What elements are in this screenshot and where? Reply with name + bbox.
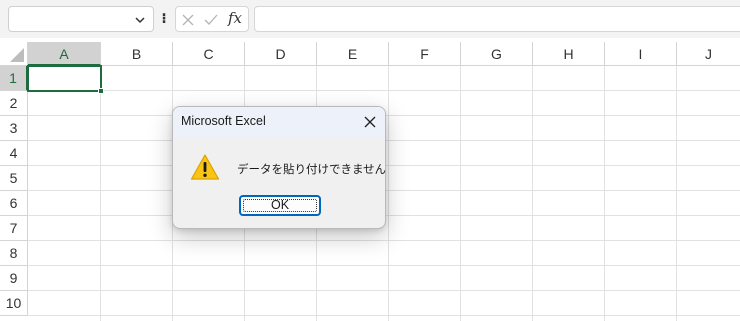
grid-line bbox=[100, 66, 101, 321]
row-header-8[interactable]: 8 bbox=[0, 241, 28, 266]
grid-line bbox=[28, 90, 740, 91]
column-header-d[interactable]: D bbox=[245, 42, 317, 66]
column-header-c[interactable]: C bbox=[173, 42, 245, 66]
column-header-e[interactable]: E bbox=[317, 42, 389, 66]
row-header-10[interactable]: 10 bbox=[0, 291, 28, 316]
enter-check-icon[interactable] bbox=[203, 12, 219, 28]
column-header-h[interactable]: H bbox=[533, 42, 605, 66]
row-header-2[interactable]: 2 bbox=[0, 91, 28, 116]
name-box[interactable] bbox=[8, 6, 154, 32]
row-header-4[interactable]: 4 bbox=[0, 141, 28, 166]
fill-handle[interactable] bbox=[98, 88, 104, 94]
row-header-3[interactable]: 3 bbox=[0, 116, 28, 141]
select-all-triangle-icon bbox=[10, 48, 24, 62]
chevron-down-icon[interactable] bbox=[133, 13, 147, 27]
ok-button[interactable]: OK bbox=[239, 195, 321, 216]
select-all-corner[interactable] bbox=[0, 42, 28, 66]
warning-icon bbox=[190, 154, 220, 180]
insert-function-button[interactable]: fx bbox=[228, 9, 242, 27]
column-header-i[interactable]: I bbox=[605, 42, 677, 66]
row-header-5[interactable]: 5 bbox=[0, 166, 28, 191]
more-options-icon[interactable]: ⁝ bbox=[160, 10, 168, 30]
grid-line bbox=[28, 290, 740, 291]
row-header-9[interactable]: 9 bbox=[0, 266, 28, 291]
error-dialog: Microsoft Excel データを貼り付けできません。 OK bbox=[172, 106, 386, 229]
grid-line bbox=[388, 66, 389, 321]
dialog-title: Microsoft Excel bbox=[181, 114, 266, 128]
row-header-7[interactable]: 7 bbox=[0, 216, 28, 241]
grid-line bbox=[28, 265, 740, 266]
column-header-b[interactable]: B bbox=[101, 42, 173, 66]
cancel-icon[interactable] bbox=[180, 12, 196, 28]
grid-line bbox=[532, 66, 533, 321]
grid-line bbox=[676, 66, 677, 321]
formula-bar: ⁝ fx bbox=[0, 0, 740, 38]
column-header-f[interactable]: F bbox=[389, 42, 461, 66]
column-header-j[interactable]: J bbox=[677, 42, 740, 66]
dialog-title-bar[interactable]: Microsoft Excel bbox=[173, 107, 385, 137]
formula-input[interactable] bbox=[254, 6, 740, 32]
column-header-a[interactable]: A bbox=[28, 42, 101, 66]
close-icon[interactable] bbox=[359, 111, 381, 133]
dialog-message: データを貼り付けできません。 bbox=[237, 162, 386, 176]
grid-line bbox=[28, 240, 740, 241]
grid-line bbox=[460, 66, 461, 321]
column-header-g[interactable]: G bbox=[461, 42, 533, 66]
row-header-1[interactable]: 1 bbox=[0, 66, 28, 91]
active-cell-a1[interactable] bbox=[27, 65, 102, 92]
grid-line bbox=[604, 66, 605, 321]
formula-buttons: fx bbox=[175, 6, 249, 32]
ok-button-label: OK bbox=[270, 198, 290, 212]
grid-line bbox=[28, 315, 740, 316]
row-header-6[interactable]: 6 bbox=[0, 191, 28, 216]
